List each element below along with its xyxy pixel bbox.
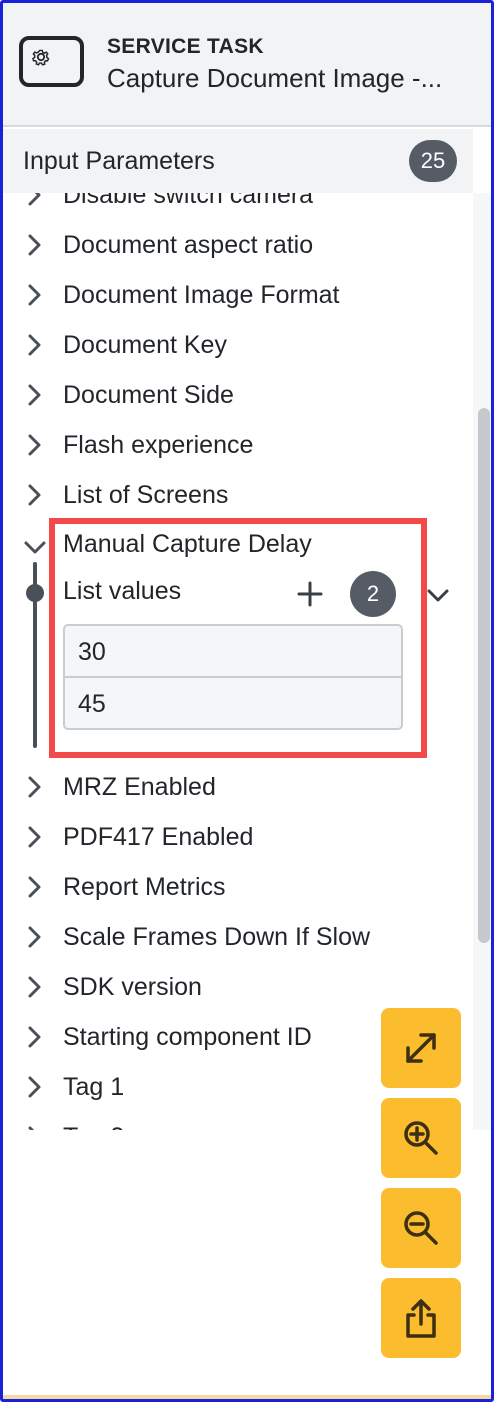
parameter-item[interactable]: PDF417 Enabled (3, 812, 473, 862)
chevron-right-icon[interactable] (25, 193, 45, 207)
chevron-right-icon[interactable] (25, 1025, 45, 1049)
parameter-label: Tag 2 (63, 1123, 124, 1130)
chevron-down-icon[interactable] (23, 538, 47, 558)
parameter-label: SDK version (63, 973, 202, 1001)
chevron-right-icon[interactable] (25, 233, 45, 257)
chevron-right-icon[interactable] (25, 433, 45, 457)
parameter-item[interactable]: Scale Frames Down If Slow (3, 912, 473, 962)
panel-header: SERVICE TASK Capture Document Image -... (3, 3, 491, 127)
zoom-in-icon (404, 1121, 438, 1155)
parameter-label: Disable switch camera (63, 193, 314, 209)
input-parameters-header[interactable]: Input Parameters 25 (3, 129, 473, 193)
parameter-item[interactable]: Document Side (3, 370, 473, 420)
zoom-out-button[interactable] (381, 1188, 461, 1268)
parameters-count-badge: 25 (409, 140, 457, 182)
parameter-label: Flash experience (63, 431, 254, 459)
parameter-item[interactable]: List of Screens (3, 470, 473, 520)
parameter-label: Report Metrics (63, 873, 226, 901)
parameter-item[interactable]: Document Key (3, 320, 473, 370)
parameter-item[interactable]: Report Metrics (3, 862, 473, 912)
service-task-icon (19, 36, 84, 87)
parameter-label: Document aspect ratio (63, 231, 314, 259)
chevron-right-icon[interactable] (25, 875, 45, 899)
parameter-label: MRZ Enabled (63, 773, 216, 801)
chevron-down-icon[interactable] (425, 584, 451, 606)
scrollbar-thumb[interactable] (478, 408, 490, 943)
parameter-item[interactable]: SDK version (3, 962, 473, 1012)
chevron-right-icon[interactable] (25, 283, 45, 307)
chevron-right-icon[interactable] (25, 333, 45, 357)
chevron-right-icon[interactable] (25, 775, 45, 799)
task-name-label: Capture Document Image -... (107, 63, 443, 93)
chevron-right-icon[interactable] (25, 975, 45, 999)
parameter-label: Scale Frames Down If Slow (63, 923, 371, 951)
properties-panel: SERVICE TASK Capture Document Image -...… (0, 0, 494, 1402)
parameter-item[interactable]: Flash experience (3, 420, 473, 470)
parameter-item[interactable]: Disable switch camera (3, 193, 473, 220)
chevron-right-icon[interactable] (25, 383, 45, 407)
parameter-label: Document Side (63, 381, 234, 409)
parameter-label: List of Screens (63, 481, 229, 509)
zoom-in-button[interactable] (381, 1098, 461, 1178)
chevron-right-icon[interactable] (25, 483, 45, 507)
input-parameters-title: Input Parameters (23, 147, 215, 175)
parameter-label: Starting component ID (63, 1023, 312, 1051)
gear-icon (32, 49, 50, 66)
highlight-box (49, 518, 427, 758)
chevron-right-icon[interactable] (25, 825, 45, 849)
task-type-label: SERVICE TASK (107, 35, 264, 58)
expand-icon (406, 1033, 436, 1063)
parameter-item[interactable]: Document aspect ratio (3, 220, 473, 270)
expand-button[interactable] (381, 1008, 461, 1088)
share-button[interactable] (381, 1278, 461, 1358)
chevron-right-icon[interactable] (25, 1125, 45, 1130)
zoom-out-icon (404, 1211, 438, 1245)
chevron-right-icon[interactable] (25, 925, 45, 949)
share-icon (406, 1299, 436, 1338)
parameter-label: Document Image Format (63, 281, 340, 309)
parameter-item[interactable]: MRZ Enabled (3, 762, 473, 812)
parameter-item[interactable]: Document Image Format (3, 270, 473, 320)
parameter-label: Document Key (63, 331, 227, 359)
tree-connector-dot (26, 584, 44, 602)
chevron-right-icon[interactable] (25, 1075, 45, 1099)
parameter-label: Tag 1 (63, 1073, 125, 1101)
bottom-divider (3, 1395, 491, 1399)
parameter-label: PDF417 Enabled (63, 823, 254, 851)
